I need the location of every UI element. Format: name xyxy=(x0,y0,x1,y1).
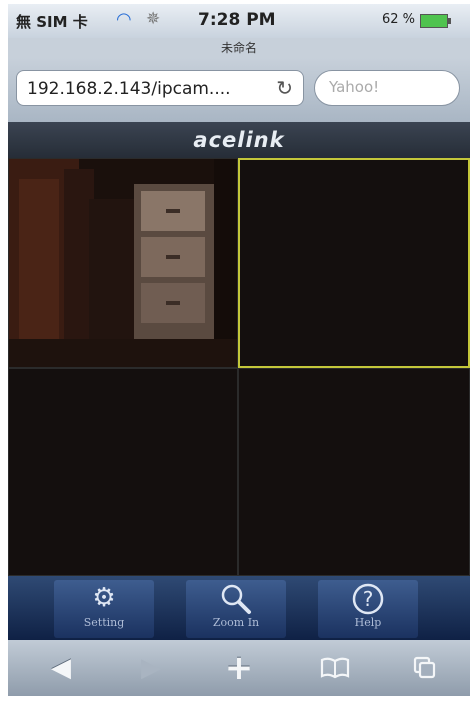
camera-view-4[interactable] xyxy=(238,368,470,576)
pages-icon[interactable] xyxy=(400,650,450,686)
brand-logo: acelink xyxy=(193,128,285,152)
svg-text:?: ? xyxy=(363,587,374,611)
activity-icon: ✵ xyxy=(146,9,161,29)
page-title: 未命名 xyxy=(8,38,470,58)
camera-view-3[interactable] xyxy=(8,368,238,576)
zoom-in-button[interactable]: Zoom In xyxy=(186,580,286,638)
address-bar: 192.168.2.143/ipcam.... ↻ xyxy=(8,58,470,122)
zoom-in-label: Zoom In xyxy=(212,616,260,629)
magnifier-icon xyxy=(186,580,286,616)
add-icon[interactable]: + xyxy=(214,650,264,686)
search-field[interactable] xyxy=(314,70,460,106)
clock: 7:28 PM xyxy=(198,10,276,30)
browser-toolbar: ◀ ▶ + xyxy=(8,640,470,696)
setting-label: Setting xyxy=(83,616,125,629)
phone-screen: 無 SIM 卡 ◠ ✵ 7:28 PM 62 % 未命名 192.168.2.1… xyxy=(8,4,470,696)
url-text[interactable]: 192.168.2.143/ipcam.... xyxy=(27,79,231,99)
camera-view-1[interactable] xyxy=(8,158,238,368)
gear-icon: ⚙ xyxy=(92,583,116,613)
forward-arrow-icon[interactable]: ▶ xyxy=(126,650,176,686)
question-icon: ? xyxy=(318,580,418,616)
camera-feed-image xyxy=(9,159,237,367)
camera-grid xyxy=(8,158,470,576)
brand-bar: acelink xyxy=(8,122,470,158)
reload-icon[interactable]: ↻ xyxy=(276,76,293,100)
status-bar: 無 SIM 卡 ◠ ✵ 7:28 PM 62 % xyxy=(8,4,470,38)
carrier-label: 無 SIM 卡 xyxy=(16,13,88,31)
app-toolbar: ⚙ Setting Zoom In ? Help xyxy=(8,576,470,640)
camera-view-2[interactable] xyxy=(238,158,470,368)
battery-percent: 62 % xyxy=(382,12,416,27)
help-label: Help xyxy=(354,616,382,629)
help-button[interactable]: ? Help xyxy=(318,580,418,638)
wifi-icon: ◠ xyxy=(116,9,132,30)
setting-button[interactable]: ⚙ Setting xyxy=(54,580,154,638)
battery-icon xyxy=(420,14,451,28)
search-input[interactable] xyxy=(327,77,451,97)
url-field[interactable]: 192.168.2.143/ipcam.... ↻ xyxy=(16,70,304,106)
back-arrow-icon[interactable]: ◀ xyxy=(36,650,86,686)
bookmarks-icon[interactable] xyxy=(310,650,360,686)
